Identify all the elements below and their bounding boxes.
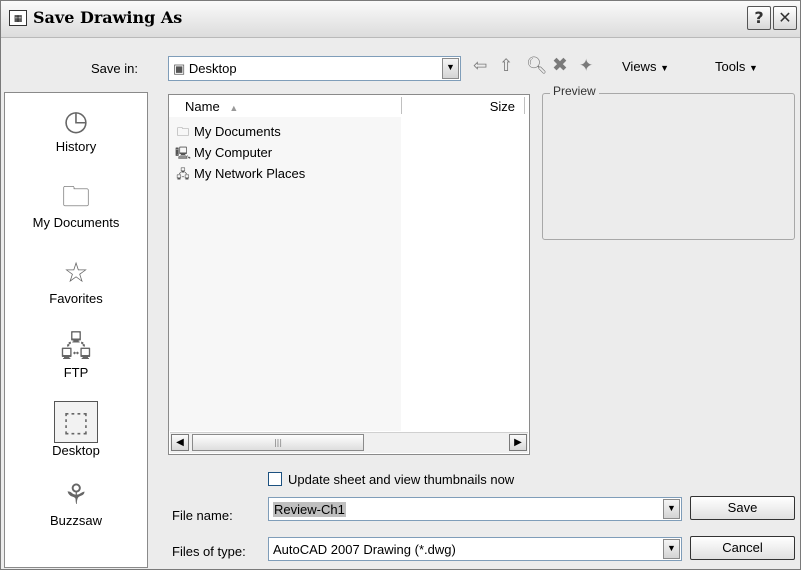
desktop-icon: ⬚ [54,401,98,443]
column-name-label: Name [185,99,220,114]
horizontal-scrollbar[interactable]: ◀ ||| ▶ [170,432,528,453]
window-title: Save Drawing As [33,8,183,27]
place-label: Favorites [49,291,103,306]
list-item[interactable]: 🖧 My Network Places [175,165,305,186]
update-thumbnails-label[interactable]: Update sheet and view thumbnails now [288,472,514,487]
file-type-label: Files of type: [172,544,246,559]
computer-icon: 🖳 [175,146,192,160]
new-folder-icon[interactable]: ✦ [579,56,593,76]
file-type-dropdown[interactable]: AutoCAD 2007 Drawing (*.dwg) ▼ [268,537,682,561]
history-icon: ◷ [63,104,89,137]
place-favorites[interactable]: ☆ Favorites [5,255,147,306]
place-desktop[interactable]: ⬚ Desktop [5,401,147,458]
list-item[interactable]: 🖳 My Computer [175,144,305,165]
place-buzzsaw[interactable]: ⚘ Buzzsaw [5,477,147,528]
place-history[interactable]: ◷ History [5,103,147,154]
title-bar[interactable]: ▦ Save Drawing As ? ✕ [1,1,800,38]
file-rows: 🗀 My Documents 🖳 My Computer 🖧 My Network P… [175,123,305,186]
help-button[interactable]: ? [747,6,771,30]
sort-ascending-icon: ▲ [229,103,239,113]
views-label: Views [622,59,657,74]
column-header: Name ▲ Size [169,95,529,117]
file-name: My Documents [194,124,281,139]
folder-icon: 🗀 [176,125,189,139]
places-bar: ◷ History 🗀 My Documents ☆ Favorites 🖧 F… [4,92,148,568]
favorites-icon: ☆ [63,256,89,289]
cancel-button[interactable]: Cancel [690,536,795,560]
close-button[interactable]: ✕ [773,6,797,30]
file-name-label: File name: [172,508,233,523]
autocad-app-icon: ▦ [9,10,27,26]
file-type-value: AutoCAD 2007 Drawing (*.dwg) [273,542,456,557]
preview-label: Preview [550,84,599,98]
views-menu[interactable]: Views ▼ [622,59,669,74]
views-chevron-down-icon: ▼ [660,63,669,73]
tools-menu[interactable]: Tools ▼ [715,59,758,74]
place-ftp[interactable]: 🖧 FTP [5,329,147,380]
back-arrow-icon[interactable]: ⇦ [473,56,487,76]
place-label: FTP [63,365,89,380]
close-icon: ✕ [778,8,792,27]
place-label: Buzzsaw [49,513,103,528]
scroll-thumb[interactable]: ||| [192,434,364,451]
save-in-value: Desktop [188,61,237,76]
file-name-input[interactable]: Review-Ch1 ▼ [268,497,682,521]
file-name-value: Review-Ch1 [273,502,346,517]
column-header-name[interactable]: Name ▲ [185,99,238,114]
column-divider[interactable] [401,97,402,114]
desktop-small-icon: ▣ [173,61,186,76]
list-item[interactable]: 🗀 My Documents [175,123,305,144]
column-header-size[interactable]: Size [490,99,515,114]
scroll-left-icon[interactable]: ◀ [171,434,189,451]
file-type-chevron-down-icon[interactable]: ▼ [663,539,680,559]
preview-box [542,93,795,240]
update-thumbnails-checkbox[interactable] [268,472,282,486]
ftp-icon: 🖧 [60,330,92,363]
file-name: My Computer [194,145,273,160]
buzzsaw-icon: ⚘ [63,478,89,511]
place-label: Desktop [52,443,100,458]
tools-chevron-down-icon: ▼ [748,63,758,73]
save-drawing-dialog: ▦ Save Drawing As ? ✕ Save in: ▣ Desktop… [0,0,801,570]
delete-icon[interactable]: ✖ [552,54,568,76]
save-in-label: Save in: [91,61,138,76]
place-label: History [55,139,97,154]
my-documents-icon: 🗀 [61,180,90,213]
network-icon: 🖧 [176,167,190,181]
tools-label: Tools [715,59,746,74]
file-list[interactable]: Name ▲ Size 🗀 My Documents 🖳 My Computer 🖧… [168,94,530,455]
save-button[interactable]: Save [690,496,795,520]
up-folder-icon[interactable]: ⇧ [499,56,513,76]
place-my-documents[interactable]: 🗀 My Documents [5,179,147,230]
scroll-right-icon[interactable]: ▶ [509,434,527,451]
search-web-icon[interactable]: 🔍︎ [526,56,548,76]
chevron-down-icon: ▼ [442,58,459,79]
place-label: My Documents [32,215,120,230]
file-name-chevron-down-icon[interactable]: ▼ [663,499,680,519]
column-divider-end[interactable] [524,97,525,114]
file-name: My Network Places [194,166,306,181]
save-in-dropdown[interactable]: ▣ Desktop ▼ [168,56,461,81]
